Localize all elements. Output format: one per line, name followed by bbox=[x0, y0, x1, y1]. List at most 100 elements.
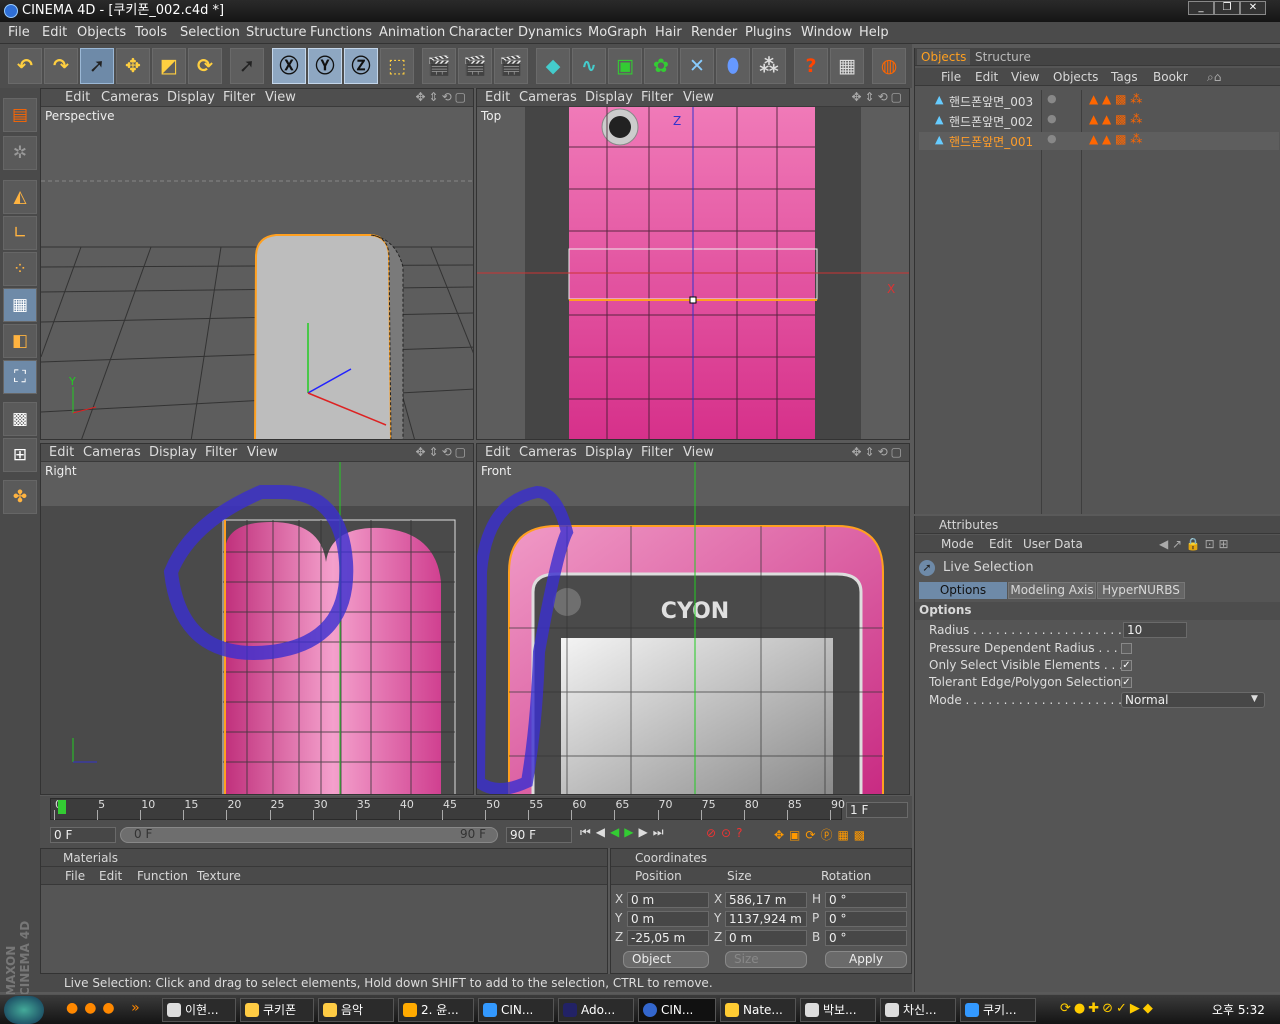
mat-menu-function[interactable]: Function bbox=[137, 867, 188, 885]
om-menu-edit[interactable]: Edit bbox=[975, 68, 998, 86]
range-slider[interactable] bbox=[120, 827, 498, 843]
menu-functions[interactable]: Functions bbox=[310, 25, 372, 40]
tag-icons[interactable]: ▲ ▲ ▩ ⁂ bbox=[1089, 112, 1142, 126]
taskbar-item[interactable]: CIN... bbox=[478, 998, 554, 1022]
position-y-input[interactable]: 0 m bbox=[627, 911, 709, 927]
array-icon[interactable]: ✿ bbox=[644, 48, 678, 84]
menu-plugins[interactable]: Plugins bbox=[745, 25, 792, 40]
start-button[interactable] bbox=[4, 996, 44, 1024]
taskbar-item[interactable]: 음악 bbox=[318, 998, 394, 1022]
viewport-top[interactable]: Edit Cameras Display Filter View ✥⇕⟲▢ To… bbox=[476, 88, 910, 440]
taskbar-item[interactable]: 쿠키폰 bbox=[240, 998, 314, 1022]
menu-character[interactable]: Character bbox=[449, 25, 513, 40]
size-y-input[interactable]: 1137,924 m bbox=[725, 911, 807, 927]
menu-file[interactable]: File bbox=[8, 25, 30, 40]
web-icon[interactable]: ◍ bbox=[872, 48, 906, 84]
current-frame-field[interactable]: 1 F bbox=[846, 802, 908, 818]
taskbar-item[interactable]: Nate... bbox=[720, 998, 796, 1022]
model-mode-icon[interactable]: ▦ bbox=[3, 288, 37, 322]
tab-objects[interactable]: Objects bbox=[917, 49, 971, 65]
tolerant-selection-checkbox[interactable]: ✓ bbox=[1121, 677, 1132, 688]
end-frame-field[interactable]: 90 F bbox=[506, 827, 572, 843]
attr-menu-mode[interactable]: Mode bbox=[941, 535, 974, 553]
viewport-menu-filter[interactable]: Filter bbox=[205, 445, 237, 460]
tag-icons[interactable]: ▲ ▲ ▩ ⁂ bbox=[1089, 132, 1142, 146]
render-settings-icon[interactable]: 🎬 bbox=[494, 48, 528, 84]
menu-dynamics[interactable]: Dynamics bbox=[518, 25, 582, 40]
tab-options[interactable]: Options bbox=[919, 582, 1007, 599]
object-row-selected[interactable]: ▲ 핸드폰앞면_001 ● ▲ ▲ ▩ ⁂ bbox=[919, 132, 1279, 150]
taskbar-item[interactable]: 이현... bbox=[162, 998, 236, 1022]
menu-structure[interactable]: Structure bbox=[246, 25, 306, 40]
coordinate-system-icon[interactable]: ⬚ bbox=[380, 48, 414, 84]
size-z-input[interactable]: 0 m bbox=[725, 930, 807, 946]
attr-menu-edit[interactable]: Edit bbox=[989, 535, 1012, 553]
viewport-menu-display[interactable]: Display bbox=[585, 90, 633, 105]
position-x-input[interactable]: 0 m bbox=[627, 892, 709, 908]
sculpt-icon[interactable]: ✤ bbox=[3, 480, 37, 514]
calculator-icon[interactable]: ▦ bbox=[830, 48, 864, 84]
menu-edit[interactable]: Edit bbox=[42, 25, 67, 40]
viewport-menu-cameras[interactable]: Cameras bbox=[101, 90, 159, 105]
move-icon[interactable]: ✥ bbox=[116, 48, 150, 84]
points-mode-icon[interactable]: ◭ bbox=[3, 180, 37, 214]
om-menu-objects[interactable]: Objects bbox=[1053, 68, 1098, 86]
menu-selection[interactable]: Selection bbox=[180, 25, 240, 40]
search-icon[interactable]: ⌕⌂ bbox=[1207, 68, 1221, 86]
tray-icons[interactable]: ⟳●✚⊘✓▶◆ bbox=[1060, 1001, 1156, 1016]
viewport-menu-display[interactable]: Display bbox=[149, 445, 197, 460]
viewport-nav-icons[interactable]: ✥⇕⟲▢ bbox=[415, 90, 469, 104]
mat-menu-file[interactable]: File bbox=[65, 867, 85, 885]
restore-button[interactable]: ❐ bbox=[1214, 1, 1240, 15]
taskbar-item-active[interactable]: CIN... bbox=[638, 998, 716, 1022]
mat-menu-edit[interactable]: Edit bbox=[99, 867, 122, 885]
cube-icon[interactable]: ◆ bbox=[536, 48, 570, 84]
menu-mograph[interactable]: MoGraph bbox=[588, 25, 647, 40]
rotation-p-input[interactable]: 0 ° bbox=[825, 911, 907, 927]
attr-menu-user-data[interactable]: User Data bbox=[1023, 535, 1083, 553]
workplane-icon[interactable]: ⊞ bbox=[3, 438, 37, 472]
polygons-mode-icon[interactable]: ⁘ bbox=[3, 252, 37, 286]
mat-menu-texture[interactable]: Texture bbox=[197, 867, 241, 885]
viewport-nav-icons[interactable]: ✥⇕⟲▢ bbox=[851, 90, 905, 104]
spline-icon[interactable]: ∿ bbox=[572, 48, 606, 84]
edges-mode-icon[interactable]: ∟ bbox=[3, 216, 37, 250]
visible-elements-checkbox[interactable]: ✓ bbox=[1121, 660, 1132, 671]
om-menu-file[interactable]: File bbox=[941, 68, 961, 86]
x-axis-lock-icon[interactable]: Ⓧ bbox=[272, 48, 306, 84]
menu-render[interactable]: Render bbox=[691, 25, 737, 40]
menu-tools[interactable]: Tools bbox=[135, 25, 167, 40]
menu-hair[interactable]: Hair bbox=[655, 25, 682, 40]
object-mode-icon[interactable]: ◧ bbox=[3, 324, 37, 358]
render-region-icon[interactable]: 🎬 bbox=[458, 48, 492, 84]
rotate-icon[interactable]: ⟳ bbox=[188, 48, 222, 84]
viewport-menu-edit[interactable]: Edit bbox=[485, 90, 510, 105]
viewport-perspective[interactable]: Edit Cameras Display Filter View ✥⇕⟲▢ Pe… bbox=[40, 88, 474, 440]
menu-help[interactable]: Help bbox=[859, 25, 889, 40]
taskbar-item[interactable]: 박보... bbox=[800, 998, 876, 1022]
undo-icon[interactable]: ↶ bbox=[8, 48, 42, 84]
record-icons[interactable]: ⊘⊙? bbox=[706, 826, 747, 840]
size-mode-select[interactable]: Size bbox=[725, 951, 807, 968]
visibility-dots-icon[interactable]: ● bbox=[1047, 132, 1057, 145]
visibility-dots-icon[interactable]: ● bbox=[1047, 92, 1057, 105]
mode-select[interactable]: Normal bbox=[1121, 692, 1265, 708]
help-icon[interactable]: ? bbox=[794, 48, 828, 84]
timeline[interactable]: 051015202530354045505560657075808590 1 F… bbox=[40, 796, 912, 848]
back-arrow-icon[interactable]: ◀ ↗ 🔒 ⊡ ⊞ bbox=[1159, 535, 1229, 553]
close-button[interactable]: ✕ bbox=[1240, 1, 1266, 15]
playback-controls-icons[interactable]: ⏮◀︎◀▶▶︎⏭ bbox=[580, 825, 669, 840]
viewport-nav-icons[interactable]: ✥⇕⟲▢ bbox=[415, 445, 469, 459]
apply-button[interactable]: Apply bbox=[825, 951, 907, 968]
checker-icon[interactable]: ▩ bbox=[3, 402, 37, 436]
viewport-menu-edit[interactable]: Edit bbox=[49, 445, 74, 460]
z-axis-lock-icon[interactable]: Ⓩ bbox=[344, 48, 378, 84]
viewport-menu-filter[interactable]: Filter bbox=[641, 445, 673, 460]
start-frame-field[interactable]: 0 F bbox=[50, 827, 116, 843]
render-view-icon[interactable]: 🎬 bbox=[422, 48, 456, 84]
taskbar-item[interactable]: 차신... bbox=[880, 998, 956, 1022]
om-menu-bookmarks[interactable]: Bookr bbox=[1153, 68, 1188, 86]
layout-icon[interactable]: ▤ bbox=[3, 98, 37, 132]
size-x-input[interactable]: 586,17 m bbox=[725, 892, 807, 908]
light-icon[interactable]: ⁂ bbox=[752, 48, 786, 84]
